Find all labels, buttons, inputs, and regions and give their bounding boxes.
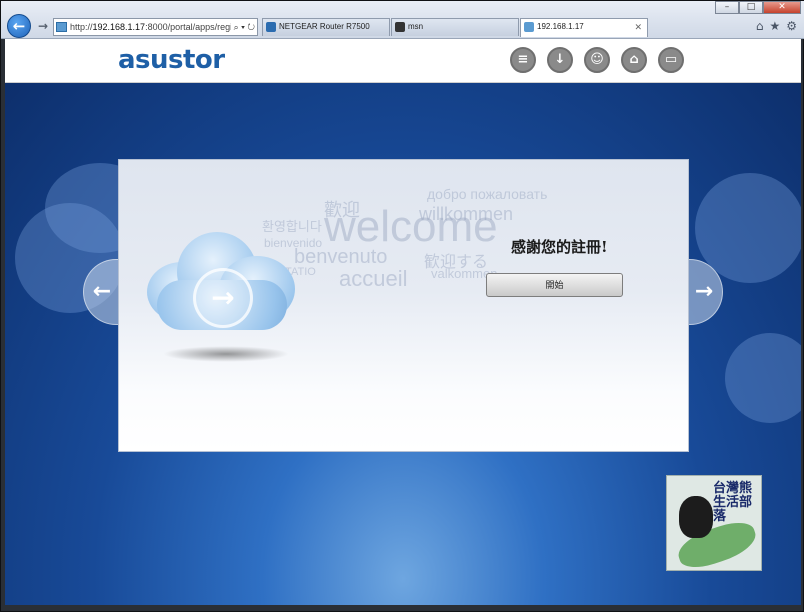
- tab-label: msn: [408, 22, 424, 31]
- welcome-word: добро пожаловать: [427, 186, 548, 202]
- minimize-button[interactable]: –: [715, 1, 739, 14]
- start-button[interactable]: 開始: [486, 273, 623, 297]
- tab-label: 192.168.1.17: [537, 22, 584, 31]
- bank-icon[interactable]: ⌂: [621, 47, 647, 73]
- address-bar[interactable]: http://192.168.1.17:8000/portal/apps/reg…: [53, 18, 258, 36]
- tab-netgear[interactable]: NETGEAR Router R7500: [262, 18, 390, 36]
- bear-mascot-graphic: [679, 496, 713, 538]
- thank-you-heading: 感謝您的註冊!: [511, 238, 608, 256]
- cloud-arrow-icon: →: [193, 268, 253, 328]
- browser-toolbar-icons: ⌂ ★ ⚙: [756, 19, 797, 33]
- url-path: :8000/portal/apps/regi: [145, 22, 233, 32]
- welcome-word: accueil: [339, 266, 408, 291]
- settings-gear-icon[interactable]: ⚙: [786, 19, 797, 33]
- welcome-card: welcome 歡迎 добро пожаловать willkommen 환…: [118, 159, 689, 452]
- back-button[interactable]: ←: [7, 14, 31, 38]
- msn-icon: [395, 22, 405, 32]
- tab-close-icon[interactable]: ✕: [634, 19, 642, 35]
- tab-active[interactable]: 192.168.1.17 ✕: [520, 18, 648, 37]
- chat-icon[interactable]: ≡: [510, 47, 536, 73]
- forward-button[interactable]: →: [35, 18, 51, 34]
- support-icon[interactable]: ☺: [584, 47, 610, 73]
- site-tab-icon: [524, 22, 534, 32]
- tab-label: NETGEAR Router R7500: [279, 22, 370, 31]
- window-controls: – □ ✕: [715, 1, 801, 14]
- url-prefix: http://: [70, 22, 93, 32]
- browser-window: ← → http://192.168.1.17:8000/portal/apps…: [0, 0, 804, 612]
- watermark-text: 台灣熊 生活部落: [713, 481, 753, 524]
- download-icon[interactable]: ↓: [547, 47, 573, 73]
- main-stage: ← → welcome 歡迎 добро пожаловать willkomm…: [5, 83, 801, 605]
- browser-chrome: ← → http://192.168.1.17:8000/portal/apps…: [1, 1, 804, 39]
- blog-watermark-logo: 台灣熊 生活部落: [666, 475, 762, 571]
- site-header: asustor ≡ ↓ ☺ ⌂ ▭: [5, 39, 801, 83]
- ie-icon: [266, 22, 276, 32]
- url-host: 192.168.1.17: [92, 22, 146, 32]
- header-icon-group: ≡ ↓ ☺ ⌂ ▭: [510, 47, 684, 73]
- site-favicon-icon: [56, 22, 67, 32]
- bg-cloud: [725, 333, 801, 423]
- close-button[interactable]: ✕: [763, 1, 801, 14]
- maximize-button[interactable]: □: [739, 1, 763, 14]
- welcome-word: willkommen: [419, 204, 514, 224]
- menu-icon[interactable]: ▭: [658, 47, 684, 73]
- asustor-logo: asustor: [118, 45, 225, 75]
- favorites-star-icon[interactable]: ★: [769, 19, 780, 33]
- address-tools[interactable]: ⌕ ▾ ↻: [230, 19, 255, 35]
- home-icon[interactable]: ⌂: [756, 19, 764, 33]
- tab-msn[interactable]: msn: [391, 18, 519, 36]
- cloud-shadow: [163, 346, 289, 362]
- welcome-word: 歡迎: [324, 200, 360, 220]
